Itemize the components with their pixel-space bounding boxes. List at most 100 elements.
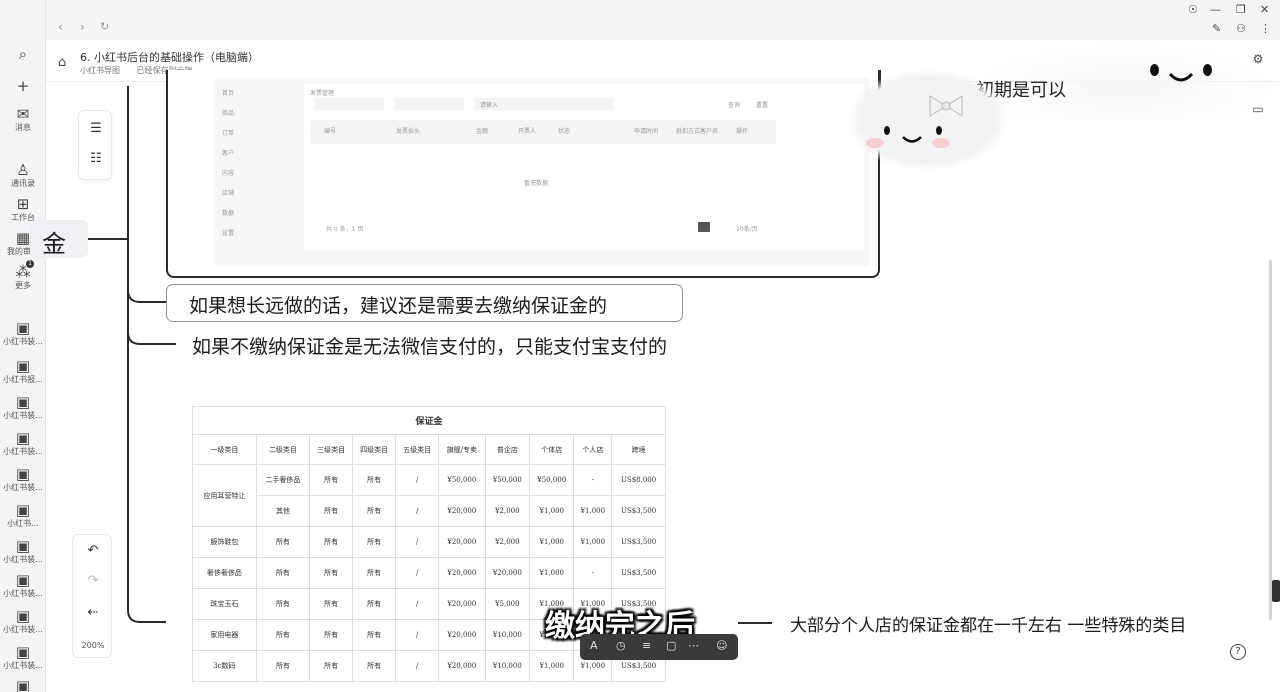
table-cell: / <box>395 464 440 496</box>
floating-toolbar: A ◷ ≡ ▢ ⋯ ☺ <box>580 634 738 660</box>
comment-icon[interactable]: ▭ <box>1250 102 1266 118</box>
outline-icon[interactable]: ☰ <box>88 121 104 136</box>
embedded-side-item: 店铺 <box>222 190 235 197</box>
table-cell: / <box>395 495 440 527</box>
image-icon[interactable]: ▢ <box>666 639 676 652</box>
embedded-sidebar: 首页 商品 订单 客户 内容 店铺 数据 设置 <box>222 82 282 252</box>
embedded-select-1 <box>314 98 384 110</box>
embedded-column-header: 发票抬头 <box>396 128 421 135</box>
table-cell: ¥2,000 <box>484 526 531 558</box>
table-cell: ¥1,000 <box>529 495 575 527</box>
table-cell: 所有 <box>309 650 354 682</box>
table-cell: 所有 <box>352 650 397 682</box>
deposit-table-header: 个体店 <box>529 434 575 465</box>
table-cell: ¥20,000 <box>438 588 486 620</box>
embedded-side-item: 商品 <box>222 110 235 117</box>
zoom-level[interactable]: 200% <box>75 641 111 650</box>
mascot-eye <box>936 126 942 135</box>
table-cell: - <box>573 464 613 496</box>
embedded-column-header: 申请时间 <box>634 128 659 135</box>
table-cell: 所有 <box>352 588 397 620</box>
table-cell: ¥20,000 <box>438 526 486 558</box>
scrollbar-thumb[interactable] <box>1272 580 1280 602</box>
embedded-column-header: 金额 <box>476 128 489 135</box>
node-longterm-text: 如果想长远做的话，建议还是需要去缴纳保证金的 <box>189 295 608 317</box>
table-cell: ¥5,000 <box>484 588 531 620</box>
table-cell: ¥20,000 <box>438 650 486 682</box>
table-cell: 家用电器 <box>192 619 257 651</box>
table-cell: ¥1,000 <box>573 495 613 527</box>
table-cell: 所有 <box>352 619 397 651</box>
embedded-side-item: 内容 <box>222 170 235 177</box>
deposit-table-header: 普企店 <box>484 434 531 465</box>
mindmap-root-node[interactable]: 金 <box>30 220 88 258</box>
mascot-mouth-icon <box>1168 72 1194 82</box>
mascot-eye <box>1203 64 1212 76</box>
embedded-side-item: 客户 <box>222 150 235 157</box>
table-cell: / <box>395 650 440 682</box>
table-cell: 所有 <box>352 464 397 496</box>
table-cell: 所有 <box>352 495 397 527</box>
table-row: 奢侈奢侈品 所有 所有 所有 / ¥20,000 ¥20,000 ¥1,000- US$3,50… <box>192 557 666 589</box>
table-cell: ¥50,000 <box>438 464 486 496</box>
mascot-eye <box>1150 64 1159 76</box>
table-cell: 珠宝玉石 <box>192 588 257 620</box>
mascot-eye <box>884 126 890 135</box>
table-cell: 所有 <box>255 650 311 682</box>
table-cell: ¥50,000 <box>484 464 531 496</box>
deposit-table-header: 跨境 <box>611 434 666 465</box>
collapse-icon[interactable]: ⇠ <box>85 605 101 620</box>
embedded-side-item: 数据 <box>222 210 235 217</box>
embedded-main: 发票管理 请输入 查询 重置 编号 发票抬头 金额 开票人 状态 申请时间 抵扣方式客户名 操… <box>304 84 864 250</box>
table-cell: 奢侈奢侈品 <box>192 557 257 589</box>
deposit-table-header: 二级类目 <box>255 434 311 465</box>
embedded-column-header: 抵扣方式客户名 <box>676 128 719 135</box>
table-row: 服饰鞋包 所有 所有 所有 / ¥20,000 ¥2,000 ¥1,000 ¥1,000 US$3… <box>192 526 666 558</box>
table-cell: ¥2,000 <box>484 495 531 527</box>
deposit-table-header: 一级类目 <box>192 434 257 465</box>
table-cell: 所有 <box>255 557 311 589</box>
embedded-search: 请输入 <box>474 98 614 110</box>
embedded-filter-label: 发票管理 <box>310 90 335 97</box>
vertical-scrollbar[interactable] <box>1269 260 1272 620</box>
table-cell: US$3,500 <box>611 557 666 589</box>
embedded-reset-button: 重置 <box>756 102 769 109</box>
undo-icon[interactable]: ↶ <box>85 543 101 558</box>
help-icon[interactable]: ? <box>1230 644 1246 660</box>
embedded-table-header: 编号 发票抬头 金额 开票人 状态 申请时间 抵扣方式客户名 操作 <box>310 120 776 144</box>
table-cell: US$8,000 <box>611 464 666 496</box>
table-row: 应用耳营特让 二手奢侈品 所有 所有 / ¥50,000 ¥50,000 ¥50,000- US… <box>192 464 666 527</box>
mindmap-node-amount[interactable]: 大部分个人店的保证金都在一千左右 一些特殊的类目 <box>790 611 1186 636</box>
embedded-column-header: 操作 <box>736 128 749 135</box>
clock-icon[interactable]: ◷ <box>616 639 626 652</box>
mindmap-node-longterm[interactable]: 如果想长远做的话，建议还是需要去缴纳保证金的 <box>166 284 683 322</box>
structure-icon[interactable]: ☷ <box>88 151 104 166</box>
more-icon[interactable]: ⋯ <box>688 639 699 652</box>
redo-icon[interactable]: ↷ <box>85 573 101 588</box>
embedded-page-current <box>698 222 710 232</box>
table-cell: 应用耳营特让 <box>192 464 257 527</box>
embedded-search-placeholder: 请输入 <box>480 102 499 109</box>
table-cell: ¥1,000 <box>529 526 575 558</box>
emoji-icon[interactable]: ☺ <box>716 639 727 652</box>
text-style-icon[interactable]: A <box>590 639 598 652</box>
mindmap-node-payment[interactable]: 如果不缴纳保证金是无法微信支付的，只能支付宝支付的 <box>192 332 667 359</box>
format-icon[interactable]: ≡ <box>642 639 651 652</box>
table-cell: US$3,500 <box>611 495 666 527</box>
embedded-page-size: 10条/页 <box>736 226 758 233</box>
table-cell: ¥50,000 <box>529 464 575 496</box>
table-cell: ¥1,000 <box>529 650 575 682</box>
table-cell: 3c数码 <box>192 650 257 682</box>
table-cell: / <box>395 557 440 589</box>
mascot-overlay <box>848 70 1008 170</box>
settings-icon[interactable]: ⚙ <box>1250 52 1266 68</box>
embedded-query-button: 查询 <box>728 102 741 109</box>
embedded-column-header: 编号 <box>324 128 337 135</box>
embedded-side-item: 首页 <box>222 90 235 97</box>
table-cell: 其他 <box>255 495 311 527</box>
embedded-empty: 暂无数据 <box>524 180 549 187</box>
embedded-side-item: 订单 <box>222 130 235 137</box>
root-node-text: 金 <box>42 230 66 258</box>
table-cell: ¥20,000 <box>484 557 531 589</box>
table-row: 其他 所有 所有 / ¥20,000 ¥2,000 ¥1,000 ¥1,000 US$3,500 <box>193 495 666 527</box>
